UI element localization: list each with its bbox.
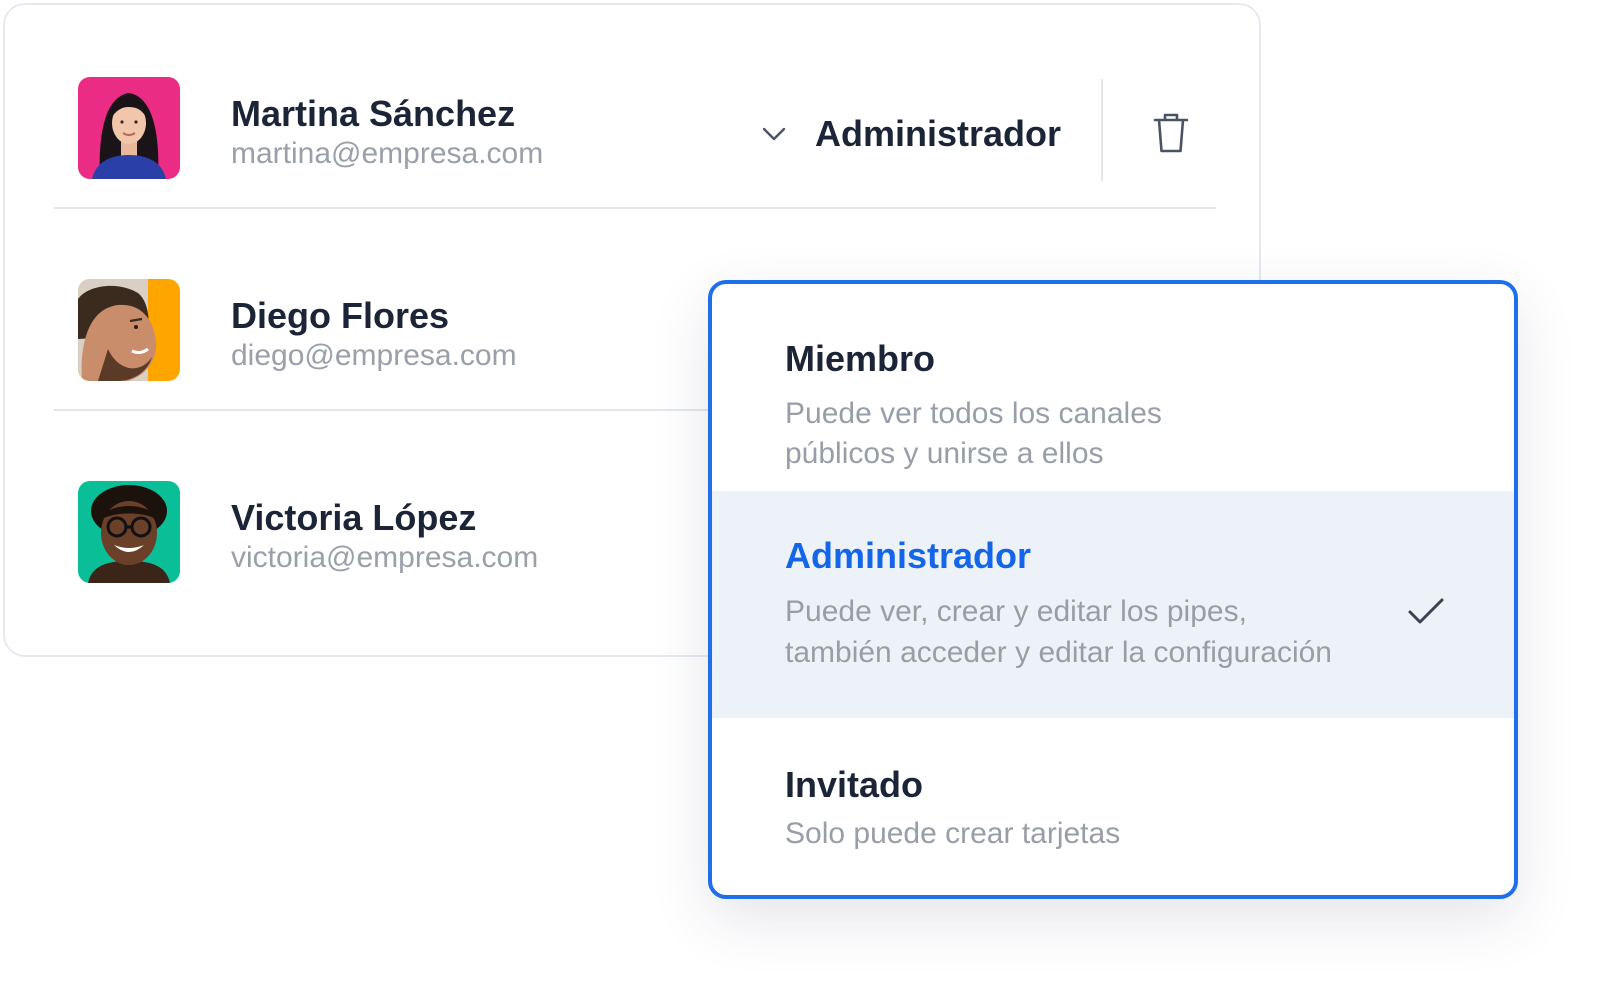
avatar bbox=[78, 481, 180, 583]
member-row: Martina Sánchez martina@empresa.com Admi… bbox=[5, 5, 1259, 209]
role-option-title: Miembro bbox=[785, 338, 936, 379]
role-option-description-line: también acceder y editar la configuració… bbox=[785, 636, 1332, 669]
role-option-description-line: Puede ver, crear y editar los pipes, bbox=[785, 595, 1247, 628]
role-option-description: Solo puede crear tarjetas bbox=[785, 814, 1425, 854]
divider bbox=[1101, 79, 1103, 181]
role-select-value: Administrador bbox=[815, 113, 1062, 154]
check-icon bbox=[1408, 598, 1444, 624]
member-name: Martina Sánchez bbox=[231, 93, 516, 134]
role-option-invitado[interactable]: Invitado Solo puede crear tarjetas bbox=[712, 718, 1514, 895]
role-option-title: Invitado bbox=[785, 764, 924, 805]
chevron-down-icon bbox=[762, 127, 786, 141]
avatar bbox=[78, 279, 180, 381]
woman-glasses-portrait-avatar bbox=[78, 481, 180, 583]
role-option-description-line: públicos y unirse a ellos bbox=[785, 437, 1104, 470]
member-name: Victoria López bbox=[231, 497, 477, 538]
member-email: martina@empresa.com bbox=[231, 137, 544, 170]
trash-icon[interactable] bbox=[1151, 111, 1191, 155]
role-option-description-line: Solo puede crear tarjetas bbox=[785, 817, 1121, 850]
role-option-description: Puede ver, crear y editar los pipes, tam… bbox=[785, 591, 1425, 673]
role-option-title: Administrador bbox=[785, 535, 1032, 576]
role-option-description: Puede ver todos los canales públicos y u… bbox=[785, 394, 1425, 474]
role-option-description-line: Puede ver todos los canales bbox=[785, 397, 1162, 430]
role-option-miembro[interactable]: Miembro Puede ver todos los canales públ… bbox=[712, 284, 1514, 491]
man-portrait-avatar bbox=[78, 279, 180, 381]
role-select[interactable]: Administrador bbox=[759, 109, 1061, 159]
role-dropdown-menu: Miembro Puede ver todos los canales públ… bbox=[708, 280, 1518, 899]
role-option-administrador[interactable]: Administrador Puede ver, crear y editar … bbox=[712, 491, 1514, 718]
member-email: victoria@empresa.com bbox=[231, 541, 539, 574]
member-email: diego@empresa.com bbox=[231, 339, 517, 372]
woman-portrait-avatar bbox=[78, 77, 180, 179]
member-name: Diego Flores bbox=[231, 295, 450, 336]
avatar bbox=[78, 77, 180, 179]
